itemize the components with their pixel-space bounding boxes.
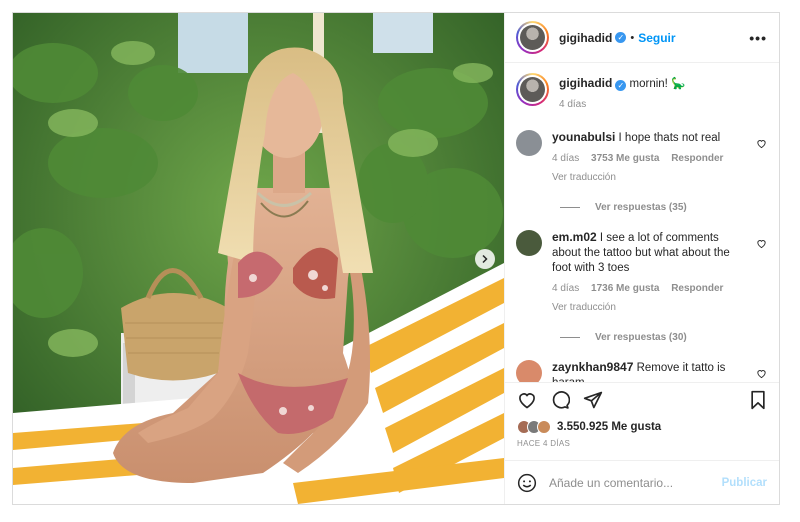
comment-avatar[interactable] bbox=[516, 130, 542, 156]
next-photo-button[interactable] bbox=[475, 249, 495, 269]
comments-list[interactable]: gigihadid ✓ mornin! 🦕 4 días younabulsi I… bbox=[505, 63, 779, 382]
post-header: gigihadid ✓ • Seguir ••• bbox=[505, 13, 779, 63]
comment-row: zaynkhan9847 Remove it tatto is haram bbox=[516, 360, 767, 382]
verified-badge-icon: ✓ bbox=[615, 80, 627, 91]
comment-avatar[interactable] bbox=[516, 360, 542, 382]
view-replies-label: Ver respuestas (30) bbox=[595, 332, 687, 343]
heart-icon bbox=[519, 392, 535, 408]
smiley-icon bbox=[517, 473, 537, 492]
save-button[interactable] bbox=[749, 390, 767, 410]
comment-username[interactable]: younabulsi bbox=[552, 130, 615, 144]
comment-button[interactable] bbox=[550, 390, 570, 410]
caption-text: mornin! 🦕 bbox=[629, 78, 686, 90]
heart-icon[interactable] bbox=[756, 138, 767, 149]
comment-icon bbox=[552, 390, 570, 409]
post-container: gigihadid ✓ • Seguir ••• gigihadid ✓ morn… bbox=[12, 12, 780, 505]
action-bar bbox=[505, 382, 779, 416]
add-comment-bar: Publicar bbox=[505, 460, 779, 504]
comment-username[interactable]: em.m02 bbox=[552, 230, 597, 244]
more-options-button[interactable]: ••• bbox=[749, 30, 767, 46]
caption-time: 4 días bbox=[559, 99, 587, 110]
heart-icon[interactable] bbox=[756, 368, 767, 379]
view-replies-label: Ver respuestas (35) bbox=[595, 202, 687, 213]
likes-count[interactable]: 3.550.925 Me gusta bbox=[557, 421, 661, 433]
comment-avatar[interactable] bbox=[516, 230, 542, 256]
comment-time[interactable]: 4 días bbox=[552, 153, 579, 164]
chevron-right-icon bbox=[482, 254, 488, 264]
follow-button[interactable]: Seguir bbox=[638, 31, 675, 45]
heart-icon[interactable] bbox=[756, 238, 767, 249]
view-replies-button[interactable]: Ver respuestas (35) bbox=[560, 202, 767, 213]
comment-likes[interactable]: 3753 Me gusta bbox=[591, 153, 659, 164]
bookmark-icon bbox=[751, 390, 765, 409]
author-avatar[interactable] bbox=[516, 21, 549, 54]
verified-badge-icon: ✓ bbox=[615, 32, 627, 43]
view-replies-button[interactable]: Ver respuestas (30) bbox=[560, 332, 767, 343]
comment-row: younabulsi I hope thats not real 4 días … bbox=[516, 130, 767, 185]
paper-plane-icon bbox=[583, 391, 603, 408]
likes-summary: 3.550.925 Me gusta bbox=[505, 416, 779, 438]
comment-likes[interactable]: 1736 Me gusta bbox=[591, 283, 659, 294]
share-button[interactable] bbox=[583, 390, 603, 410]
photo-illustration bbox=[13, 13, 504, 504]
post-date[interactable]: HACE 4 DÍAS bbox=[505, 438, 779, 460]
emoji-button[interactable] bbox=[517, 473, 537, 493]
comment-text: I hope thats not real bbox=[618, 132, 721, 144]
post-panel: gigihadid ✓ • Seguir ••• gigihadid ✓ morn… bbox=[504, 13, 779, 504]
liker-avatars[interactable] bbox=[517, 420, 551, 434]
caption-username[interactable]: gigihadid bbox=[559, 76, 612, 90]
post-photo[interactable] bbox=[13, 13, 504, 504]
reply-button[interactable]: Responder bbox=[671, 153, 723, 164]
caption-avatar[interactable] bbox=[516, 73, 549, 106]
reply-button[interactable]: Responder bbox=[671, 283, 723, 294]
comment-username[interactable]: zaynkhan9847 bbox=[552, 360, 633, 374]
see-translation-link[interactable]: Ver traducción bbox=[552, 300, 743, 315]
comment-input[interactable] bbox=[549, 475, 722, 490]
author-username[interactable]: gigihadid bbox=[559, 31, 612, 45]
like-button[interactable] bbox=[517, 390, 537, 410]
publish-button[interactable]: Publicar bbox=[722, 477, 767, 489]
see-translation-link[interactable]: Ver traducción bbox=[552, 170, 743, 185]
caption-row: gigihadid ✓ mornin! 🦕 4 días bbox=[516, 73, 767, 112]
comment-time[interactable]: 4 días bbox=[552, 283, 579, 294]
comment-row: em.m02 I see a lot of comments about the… bbox=[516, 230, 767, 315]
separator-dot: • bbox=[630, 31, 635, 44]
